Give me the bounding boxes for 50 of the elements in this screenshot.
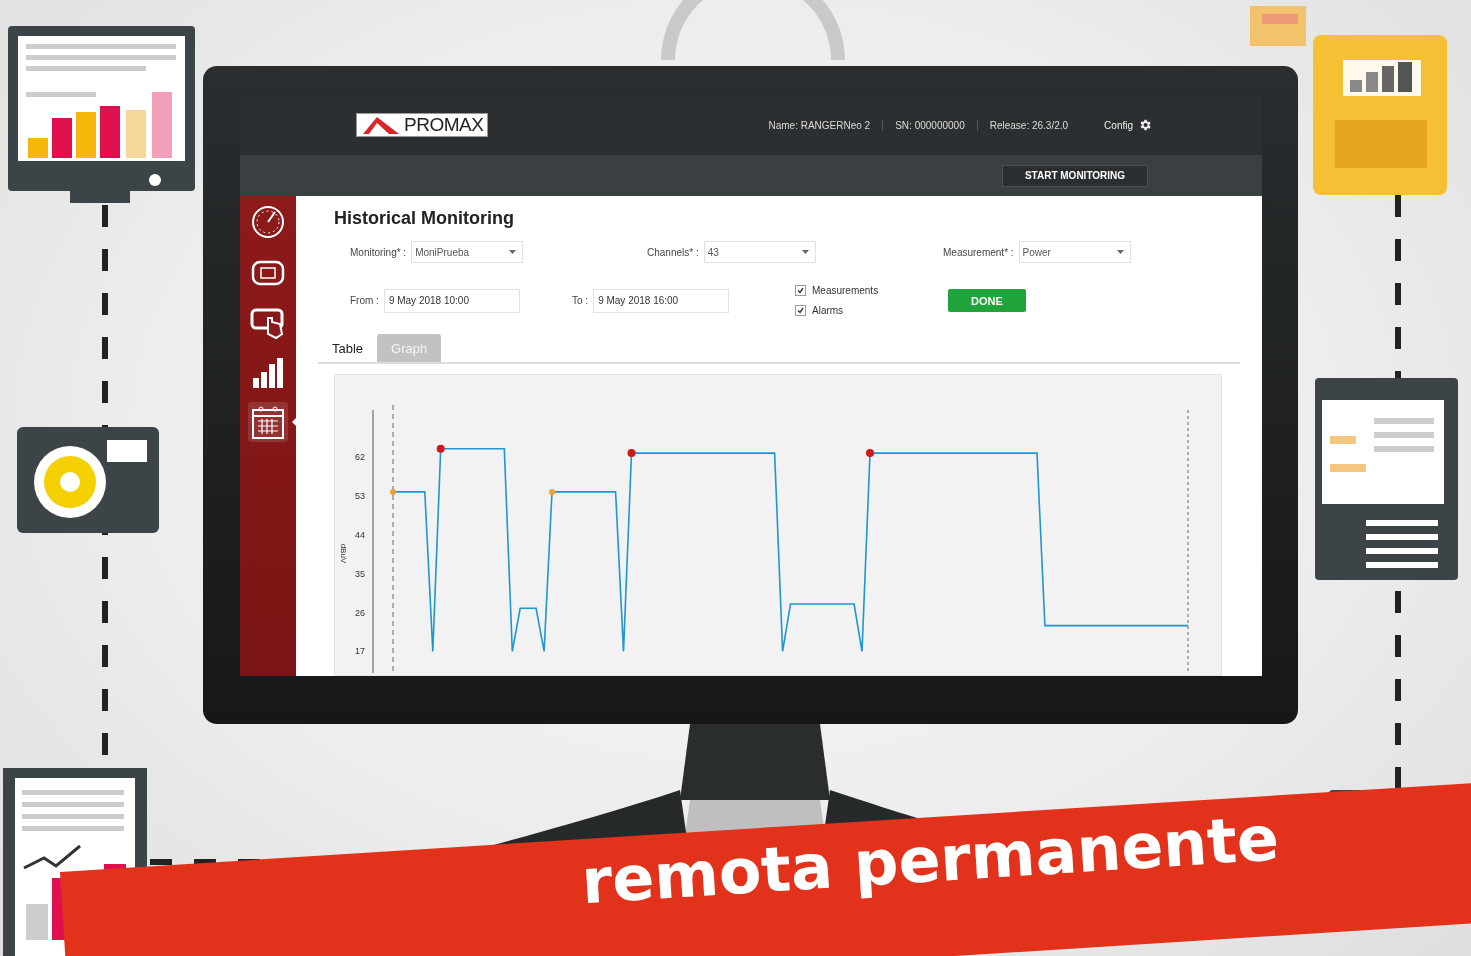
dropdown-select[interactable]: MoniPrueba <box>411 241 524 263</box>
y-tick-label: 53 <box>355 491 365 502</box>
device-info-text: SN: 000000000 <box>882 119 977 131</box>
dropdown-select[interactable]: Power <box>1018 241 1131 263</box>
caret-icon <box>801 250 809 254</box>
tab[interactable]: Table <box>318 334 378 362</box>
gauge-icon <box>250 204 286 240</box>
y-tick-label: 62 <box>355 452 365 463</box>
chart-bar <box>76 112 96 158</box>
alarm-marker <box>627 449 636 458</box>
settings-icon <box>1138 118 1152 132</box>
calendar-icon <box>250 404 286 440</box>
chart-bar <box>126 110 146 158</box>
date-input-field[interactable]: 9 May 2018 10:00 <box>383 288 520 313</box>
dropdown-select[interactable]: 43 <box>703 241 816 263</box>
caret-icon <box>509 250 517 254</box>
chart-bar <box>26 904 48 940</box>
field-label: From : <box>350 295 379 306</box>
device-info-text: Name: RANGERNeo 2 <box>767 119 872 131</box>
field-label: Measurement* : <box>943 246 1014 258</box>
checkbox[interactable] <box>795 285 806 296</box>
y-tick-label: 26 <box>355 607 365 618</box>
date-input-field[interactable]: 9 May 2018 16:00 <box>593 288 730 313</box>
checkbox-label: Measurements <box>812 285 879 296</box>
field-label: Monitoring* : <box>350 246 407 258</box>
chart-bar <box>152 92 172 158</box>
config-button[interactable]: Config <box>1104 118 1152 132</box>
triangle-logo-icon <box>361 116 401 134</box>
device-info-text: Release: 26.3/2.0 <box>976 119 1081 131</box>
warning-marker <box>549 488 555 495</box>
logo-text: PROMAX <box>404 114 484 136</box>
field-label: To : <box>572 295 589 306</box>
start-monitoring-button[interactable]: START MONITORING <box>1002 164 1148 187</box>
field-label: Channels* : <box>647 246 699 258</box>
trend-line <box>23 844 81 870</box>
chart-bar <box>100 106 120 158</box>
checkbox-label: Alarms <box>812 305 844 316</box>
checkbox[interactable] <box>795 305 806 316</box>
caret-icon <box>1116 250 1124 254</box>
y-tick-label: 17 <box>355 646 365 657</box>
chart-bar <box>28 138 48 158</box>
chart-bar <box>52 118 72 158</box>
alarm-marker <box>436 444 445 453</box>
y-tick-label: 35 <box>355 568 365 579</box>
y-axis-label: dBuV <box>339 543 348 564</box>
page-title: Historical Monitoring <box>334 208 515 229</box>
warning-marker <box>390 488 396 495</box>
banner-slogan: remota permanente <box>579 801 1281 919</box>
alarm-marker <box>866 449 874 458</box>
y-tick-label: 44 <box>355 530 365 541</box>
